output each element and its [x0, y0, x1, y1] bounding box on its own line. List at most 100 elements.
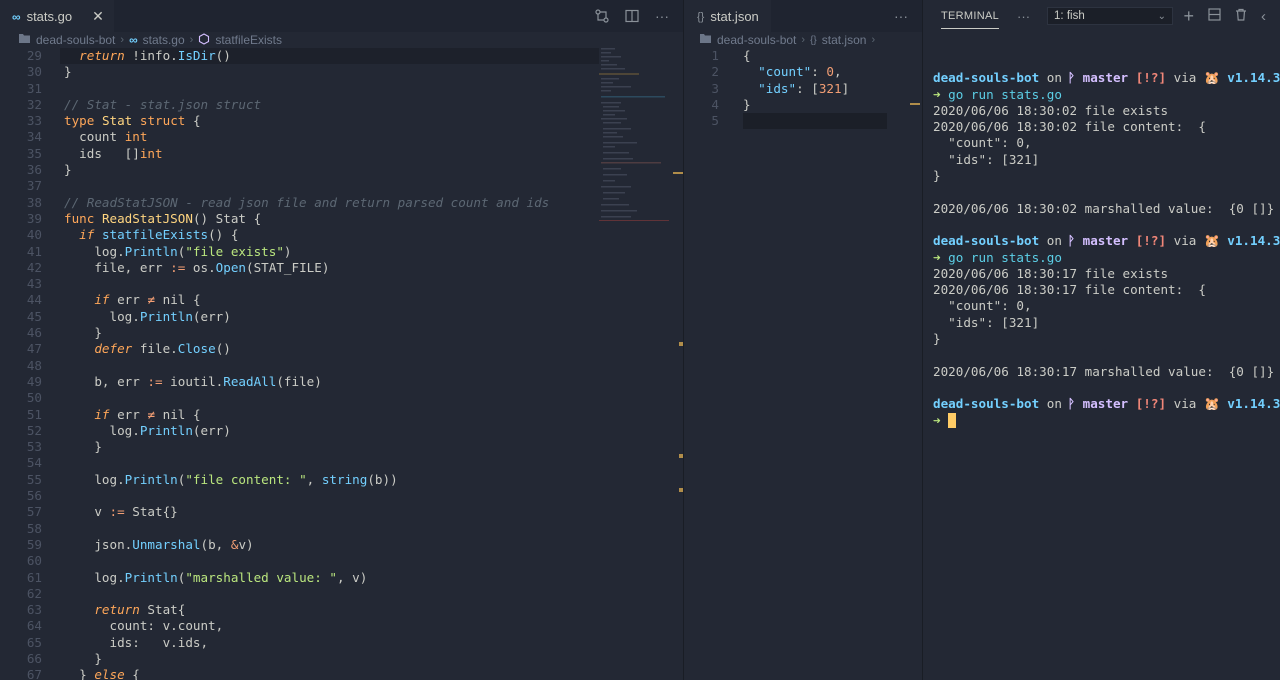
breadcrumb-symbol[interactable]: statfileExists: [215, 33, 282, 47]
code-text: defer file.Close(): [94, 341, 231, 357]
code-editor[interactable]: 1{2 "count": 0, 3 "ids": [321] 4} 5: [685, 48, 922, 680]
terminal-output-text: 2020/06/06 18:30:02 file content: {: [933, 119, 1206, 135]
minimap[interactable]: [599, 48, 669, 228]
code-line[interactable]: 45 log.Println(err): [0, 309, 683, 325]
code-line[interactable]: 59 json.Unmarshal(b, &v): [0, 537, 683, 553]
tab-stats-go[interactable]: ∞ stats.go ✕: [0, 0, 114, 32]
split-terminal-icon[interactable]: [1208, 8, 1221, 24]
terminal-select[interactable]: 1: fish ⌄: [1047, 7, 1174, 25]
breadcrumb-file[interactable]: stats.go: [143, 33, 185, 47]
terminal-output-text: 2020/06/06 18:30:02 file exists: [933, 102, 1169, 118]
code-line[interactable]: 5: [685, 113, 922, 130]
code-line[interactable]: 47 defer file.Close(): [0, 341, 683, 357]
line-number: 29: [26, 48, 42, 63]
code-line[interactable]: 66 }: [0, 651, 683, 667]
split-editor-icon[interactable]: [625, 9, 639, 23]
code-line[interactable]: 61 log.Println("marshalled value: ", v): [0, 570, 683, 586]
scroll-marker: [673, 172, 683, 174]
code-line[interactable]: 60: [0, 553, 683, 569]
code-text: }: [743, 96, 751, 112]
code-line[interactable]: 31: [0, 81, 683, 97]
line-number: 64: [26, 618, 42, 634]
code-line[interactable]: 65 ids: v.ids,: [0, 635, 683, 651]
code-line[interactable]: 46 }: [0, 325, 683, 341]
plus-icon[interactable]: +: [1183, 6, 1194, 27]
line-number: 59: [26, 536, 42, 552]
code-line[interactable]: 62: [0, 586, 683, 602]
terminal-line: 2020/06/06 18:30:02 file content: {: [933, 119, 1276, 135]
gopher-icon: 🐹: [1203, 233, 1220, 249]
code-line[interactable]: 40 if statfileExists() {: [0, 227, 683, 243]
scroll-marker: [679, 454, 683, 458]
code-line[interactable]: 53 }: [0, 439, 683, 455]
code-line[interactable]: 35 ids []int: [0, 146, 683, 162]
code-line[interactable]: 44 if err ≠ nil {: [0, 292, 683, 308]
code-text: }: [64, 439, 102, 455]
code-line[interactable]: 37: [0, 178, 683, 194]
terminal-line: "ids": [321]: [933, 315, 1276, 331]
code-line[interactable]: 32 // Stat - stat.json struct: [0, 97, 683, 113]
more-actions-icon[interactable]: ···: [894, 8, 908, 24]
code-line[interactable]: 1{: [685, 48, 922, 64]
code-line[interactable]: 41 log.Println("file exists"): [0, 244, 683, 260]
more-actions-icon[interactable]: ···: [655, 8, 669, 24]
code-text: return Stat{: [94, 602, 186, 618]
tab-stat-json[interactable]: {} stat.json: [685, 0, 771, 32]
editor-actions: ···: [894, 0, 908, 32]
breadcrumb-file[interactable]: stat.json: [822, 33, 867, 47]
breadcrumb-folder[interactable]: dead-souls-bot: [717, 33, 796, 47]
line-number: 63: [26, 602, 42, 618]
line-number: 44: [26, 292, 42, 308]
code-line[interactable]: 29 return !info.IsDir(): [0, 48, 683, 65]
line-number: 1: [711, 48, 719, 63]
chevron-right-icon: ›: [801, 34, 806, 46]
code-line[interactable]: 3 "ids": [321]: [685, 81, 922, 97]
code-text: {: [743, 48, 751, 63]
prompt-arrow: ➜: [933, 86, 949, 102]
code-line[interactable]: 42 file, err := os.Open(STAT_FILE): [0, 260, 683, 276]
code-line[interactable]: 36}: [0, 162, 683, 178]
code-line[interactable]: 38 // ReadStatJSON - read json file and r…: [0, 195, 683, 211]
code-line[interactable]: 56: [0, 488, 683, 504]
code-line[interactable]: 49 b, err := ioutil.ReadAll(file): [0, 374, 683, 390]
code-editor[interactable]: 29 return !info.IsDir() 30} 31 32// Stat - …: [0, 48, 683, 680]
code-line[interactable]: 52 log.Println(err): [0, 423, 683, 439]
code-line[interactable]: 63 return Stat{: [0, 602, 683, 618]
code-line[interactable]: 33 type Stat struct {: [0, 113, 683, 129]
code-line[interactable]: 58: [0, 521, 683, 537]
trash-icon[interactable]: [1235, 8, 1247, 24]
scrollbar-track[interactable]: [673, 48, 683, 680]
code-line[interactable]: 39 func ReadStatJSON() Stat {: [0, 211, 683, 227]
prompt-text: on: [1039, 70, 1070, 86]
prompt-go-version: v1.14.3: [1219, 70, 1280, 86]
gopher-icon: 🐹: [1203, 396, 1220, 412]
code-line[interactable]: 48: [0, 358, 683, 374]
terminal-tab[interactable]: TERMINAL: [941, 10, 1000, 29]
code-line[interactable]: 43: [0, 276, 683, 292]
terminal-line: dead-souls-bot on ᚹ master [!?] via 🐹 v1…: [933, 233, 1280, 249]
line-number: 60: [26, 553, 42, 569]
code-text: // ReadStatJSON - read json file and ret…: [64, 194, 550, 210]
breadcrumb-folder[interactable]: dead-souls-bot: [36, 33, 115, 47]
code-line[interactable]: 50: [0, 390, 683, 406]
code-line[interactable]: 2 "count": 0,: [685, 64, 922, 80]
code-line[interactable]: 54: [0, 455, 683, 471]
code-line[interactable]: 55 log.Println("file content: ", string(…: [0, 472, 683, 488]
code-line[interactable]: 30}: [0, 64, 683, 80]
code-line[interactable]: 34 count int: [0, 129, 683, 145]
open-changes-icon[interactable]: [595, 9, 609, 23]
more-actions-icon[interactable]: ···: [1017, 9, 1030, 24]
terminal-line: ➜ go run stats.go: [933, 87, 1276, 103]
line-number: 2: [711, 64, 719, 80]
code-line[interactable]: 67 } else {: [0, 667, 683, 680]
git-branch-icon: ᚹ: [1067, 233, 1076, 249]
close-icon[interactable]: ✕: [92, 8, 104, 25]
chevron-left-icon[interactable]: ‹: [1261, 8, 1266, 25]
code-line[interactable]: 51 if err ≠ nil {: [0, 407, 683, 423]
code-line[interactable]: 4}: [685, 97, 922, 113]
breadcrumb: dead-souls-bot › {} stat.json ›: [685, 32, 922, 48]
terminal-output[interactable]: dead-souls-bot on ᚹ master [!?] via 🐹 v1…: [933, 54, 1280, 429]
code-line[interactable]: 57 v := Stat{}: [0, 504, 683, 520]
code-line[interactable]: 64 count: v.count,: [0, 618, 683, 634]
